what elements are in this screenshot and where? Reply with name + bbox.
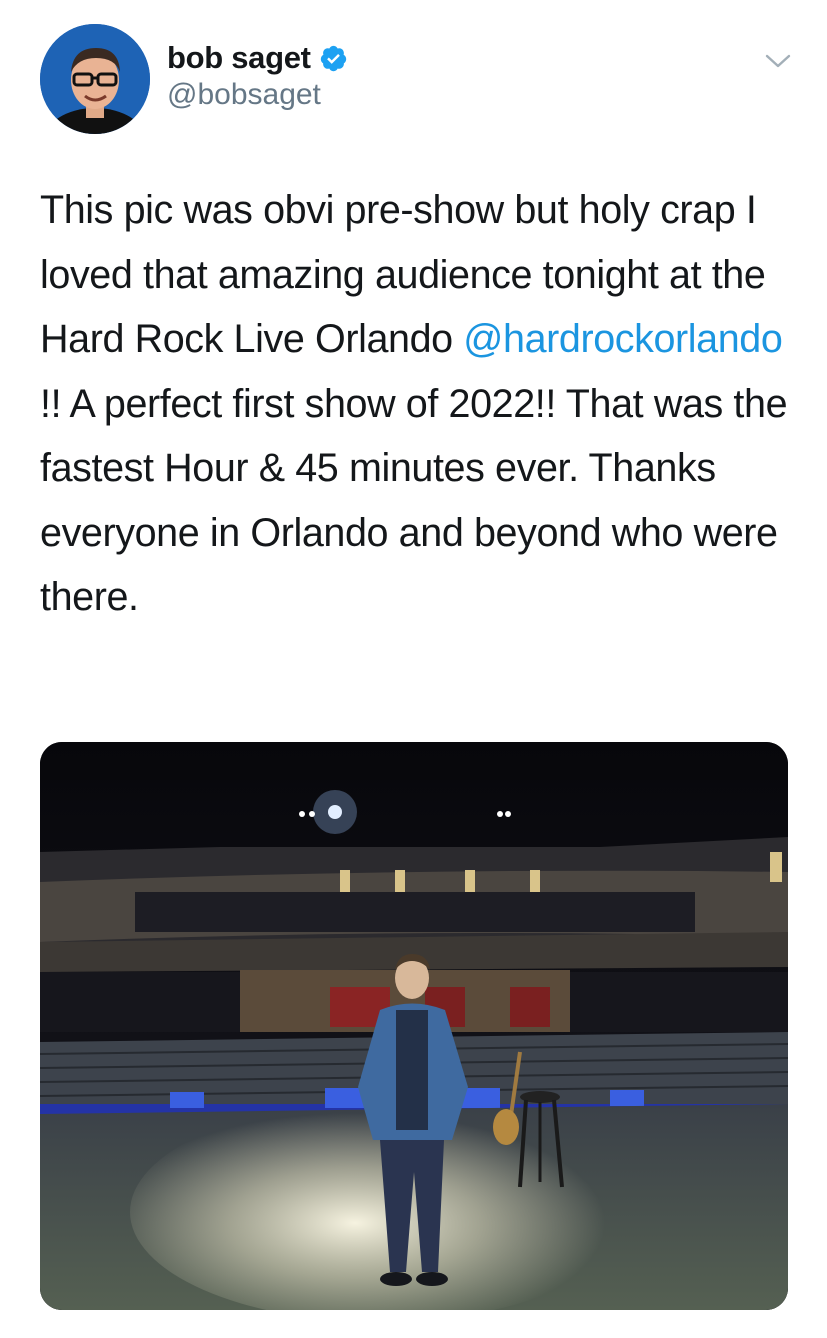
chevron-down-icon[interactable] bbox=[764, 50, 792, 72]
tweet-photo[interactable] bbox=[40, 742, 788, 1310]
tweet-text: This pic was obvi pre-show but holy crap… bbox=[40, 178, 800, 630]
user-name-row[interactable]: bob saget bbox=[167, 38, 348, 78]
display-name[interactable]: bob saget bbox=[167, 40, 311, 76]
mention-link[interactable]: @hardrockorlando bbox=[463, 317, 783, 361]
stage-photo-image bbox=[40, 742, 788, 1310]
verified-badge-icon bbox=[319, 44, 348, 73]
avatar[interactable] bbox=[40, 24, 150, 134]
avatar-image bbox=[40, 24, 150, 134]
tweet-text-part: !! A perfect first show of 2022!! That w… bbox=[40, 381, 788, 620]
user-handle[interactable]: @bobsaget bbox=[167, 78, 321, 112]
